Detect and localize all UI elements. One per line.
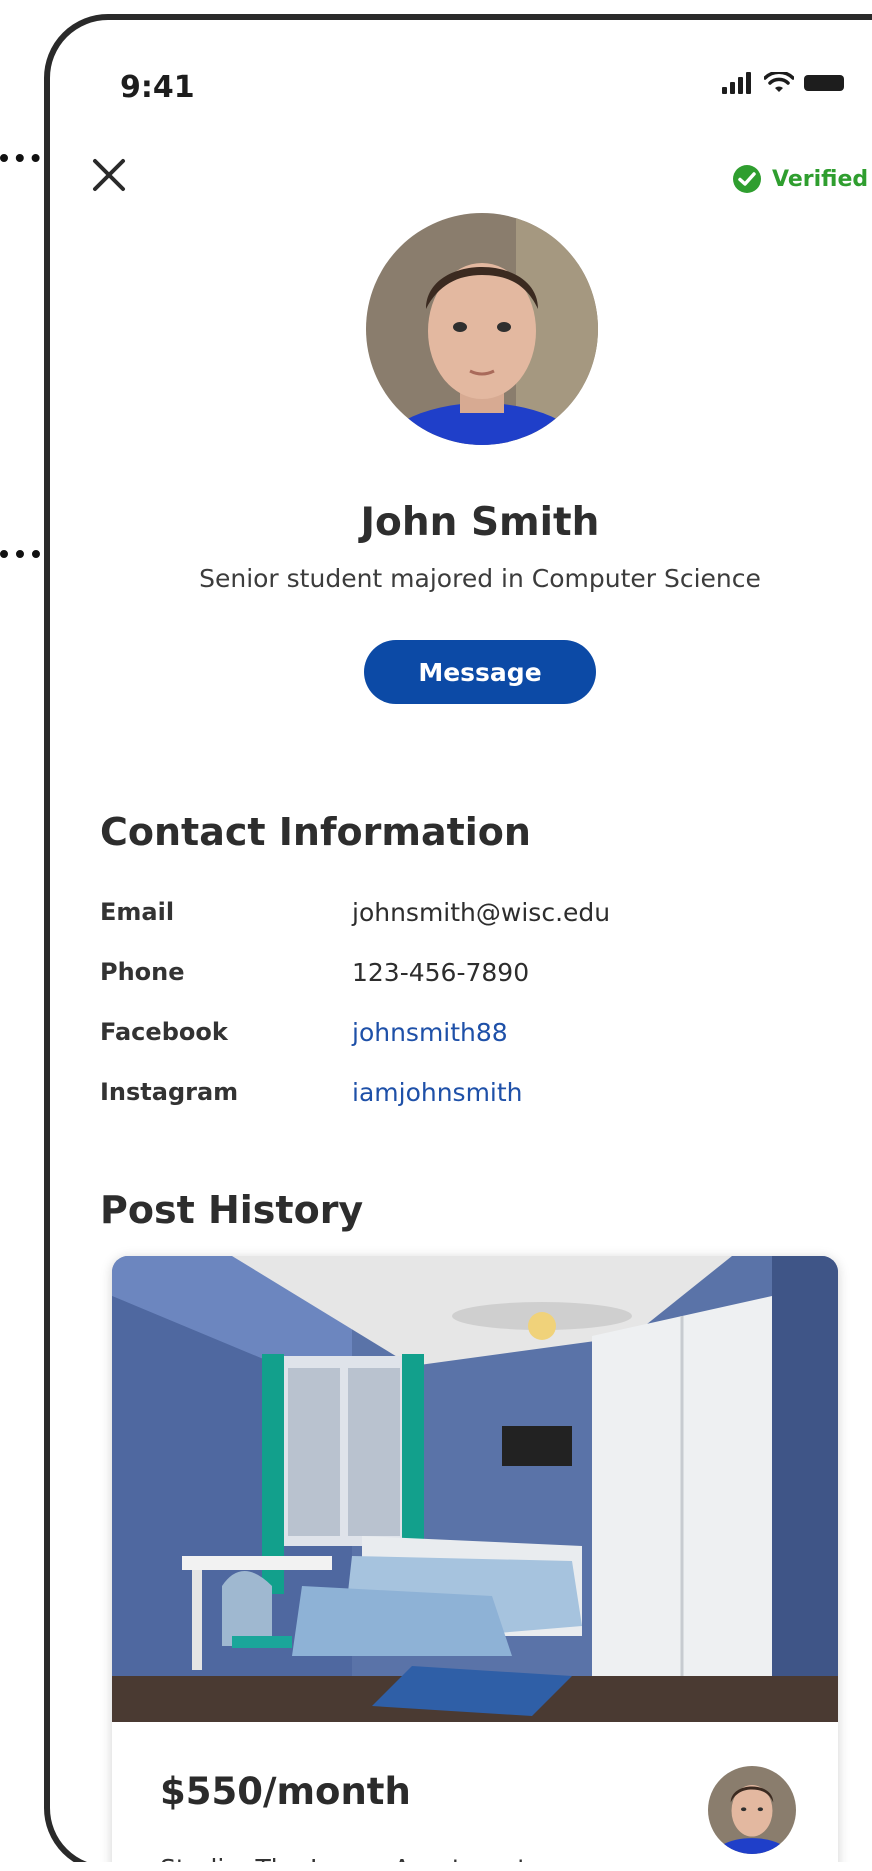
post-card[interactable]: $550/month Studio, The James Apartments [112,1256,838,1871]
check-circle-icon [733,165,761,193]
contact-label: Instagram [100,1078,239,1106]
contact-row-phone: Phone 123-456-7890 [100,958,800,998]
battery-icon [804,75,844,91]
contact-label: Phone [100,958,185,986]
contact-row-instagram: Instagram iamjohnsmith [100,1078,800,1118]
status-icons [722,72,844,94]
close-icon[interactable] [92,158,126,192]
post-image [112,1256,838,1722]
contact-label: Facebook [100,1018,228,1046]
verified-label: Verified [772,166,869,192]
contact-section-title: Contact Information [100,810,531,854]
phone-value: 123-456-7890 [352,958,530,987]
profile-avatar [366,213,598,445]
post-history-title: Post History [100,1188,364,1232]
contact-row-email: Email johnsmith@wisc.edu [100,898,800,938]
contact-row-facebook: Facebook johnsmith88 [100,1018,800,1058]
instagram-link[interactable]: iamjohnsmith [352,1078,523,1107]
screen: 9:41 Verified John Smith Senior student … [0,0,872,1871]
contact-label: Email [100,898,175,926]
message-button[interactable]: Message [364,640,596,704]
wifi-icon [764,72,794,92]
phone-frame-bottom [44,1862,872,1871]
profile-bio: Senior student majored in Computer Scien… [199,564,761,593]
post-price: $550/month [160,1770,411,1813]
verified-badge: Verified [732,164,868,194]
email-value: johnsmith@wisc.edu [352,898,611,927]
profile-name: John Smith [360,500,600,545]
status-time: 9:41 [120,70,195,105]
facebook-link[interactable]: johnsmith88 [352,1018,508,1047]
signal-icon [722,72,751,94]
post-author-avatar [708,1766,796,1854]
